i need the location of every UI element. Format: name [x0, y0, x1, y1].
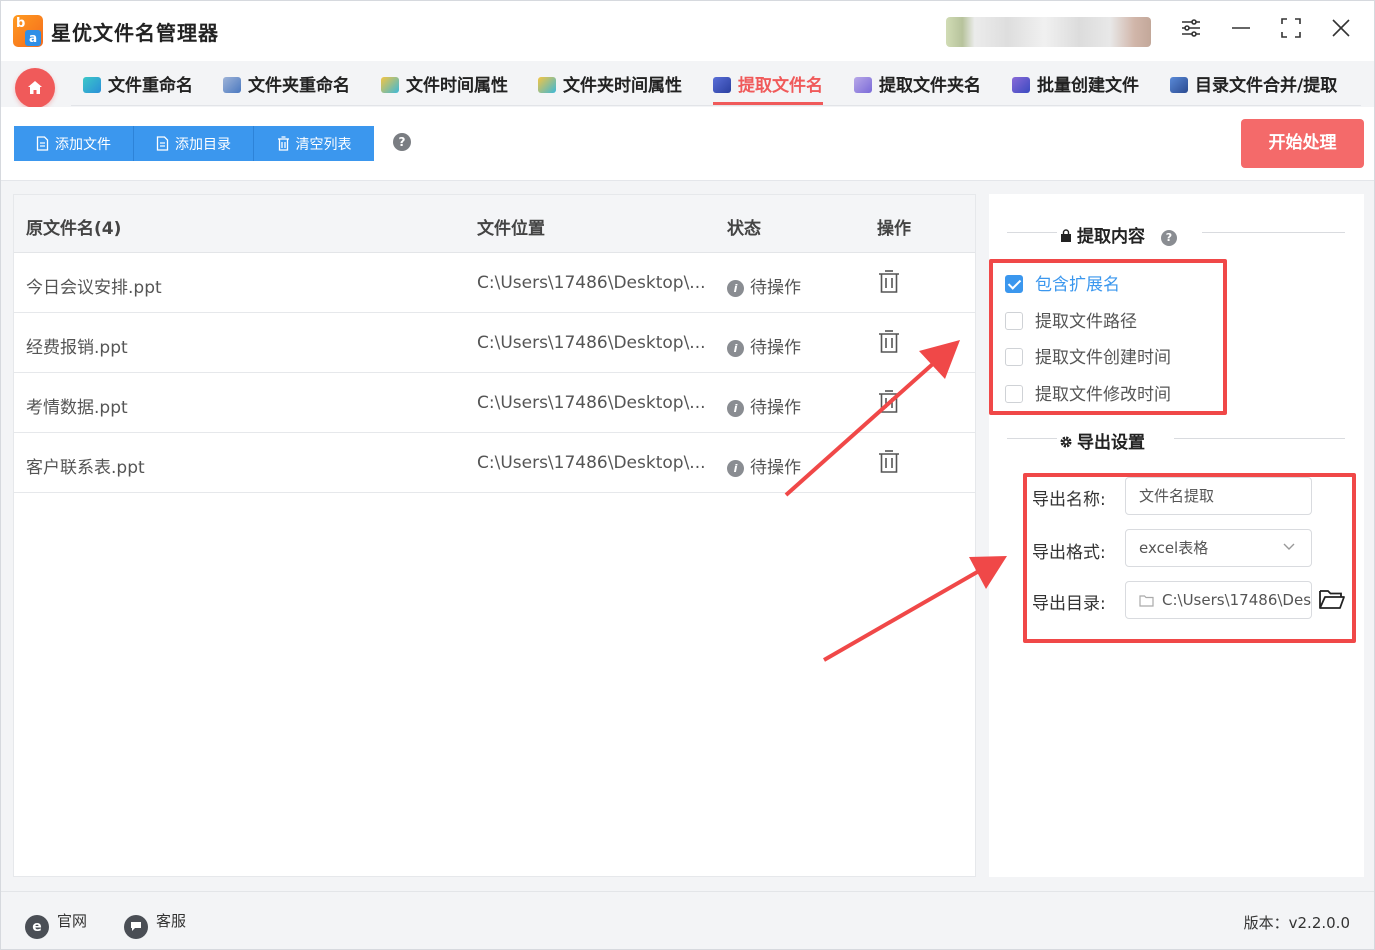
version-text: 版本：v2.2.0.0 [1243, 914, 1350, 932]
support-link[interactable]: 客服 [124, 910, 186, 939]
footer: e 官网 客服 版本：v2.2.0.0 [1, 891, 1374, 949]
website-link[interactable]: e 官网 [25, 910, 87, 939]
app-window: ba 星优文件名管理器 文件重命名 文件夹重命名 文件时间属性 文件夹时间属性 [0, 0, 1375, 950]
browser-e-icon: e [25, 915, 49, 939]
annotation-arrows [784, 340, 1007, 662]
chat-bubble-icon [124, 915, 148, 939]
